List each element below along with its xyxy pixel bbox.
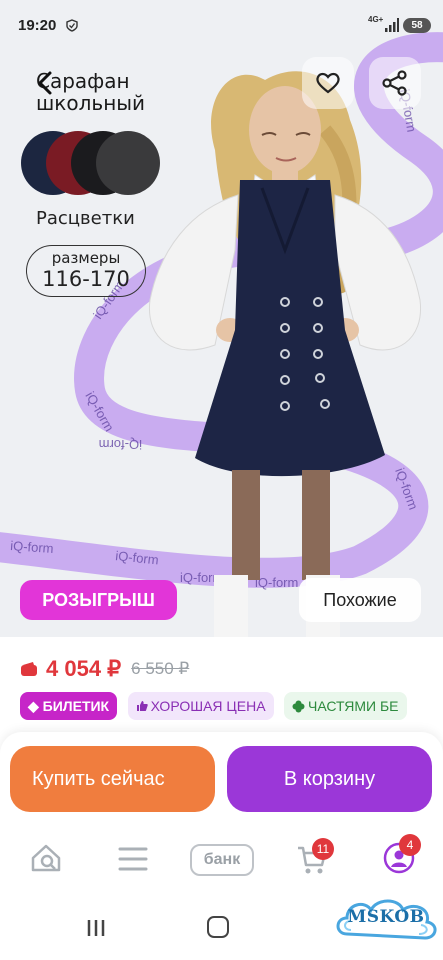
recents-icon[interactable]: [86, 918, 106, 938]
price-current: 4 054 ₽: [46, 656, 122, 681]
badge-good-price[interactable]: ХОРОШАЯ ЦЕНА: [127, 692, 274, 720]
sizes-pill: размеры 116-170: [26, 245, 146, 297]
similar-button[interactable]: Похожие: [299, 578, 421, 622]
profile-count-badge: 4: [399, 834, 421, 856]
sizes-label: размеры: [51, 249, 121, 267]
share-button[interactable]: [369, 57, 421, 109]
action-bar: Купить сейчас В корзину: [0, 732, 443, 828]
wallet-icon: [21, 662, 37, 676]
status-bar: 19:20 4G+ 58: [0, 0, 443, 52]
badges-row[interactable]: ◆ БИЛЕТИК ХОРОШАЯ ЦЕНА ЧАСТЯМИ БЕ: [20, 692, 443, 722]
thumbs-up-icon: [136, 701, 148, 711]
swatch-graphite: [96, 131, 160, 195]
badge-installments[interactable]: ЧАСТЯМИ БЕ: [284, 692, 407, 720]
arrow-left-icon: [37, 71, 52, 95]
badge-installments-label: ЧАСТЯМИ БЕ: [308, 698, 399, 714]
price-old: 6 550 ₽: [131, 659, 190, 678]
favorite-button[interactable]: [302, 57, 354, 109]
back-button[interactable]: [34, 68, 60, 98]
clover-icon: [292, 700, 305, 713]
nav-catalog[interactable]: [118, 846, 148, 877]
signal-icon: [385, 18, 399, 32]
svg-text:iQ-form: iQ-form: [10, 538, 54, 556]
buy-now-button[interactable]: Купить сейчас: [10, 746, 215, 812]
colors-label: Расцветки: [36, 208, 135, 229]
heart-icon: [316, 72, 340, 94]
add-to-cart-button[interactable]: В корзину: [227, 746, 432, 812]
price-row: 4 054 ₽ 6 550 ₽: [20, 654, 189, 684]
cart-count-badge: 11: [312, 838, 334, 860]
sizes-range: 116-170: [42, 267, 130, 291]
badge-ticket[interactable]: ◆ БИЛЕТИК: [20, 692, 118, 720]
giveaway-button[interactable]: РОЗЫГРЫШ: [20, 580, 177, 620]
share-icon: [382, 70, 407, 96]
home-search-icon: [31, 844, 61, 872]
battery-level: 58: [403, 18, 431, 33]
nav-bank[interactable]: банк: [190, 844, 254, 876]
badge-good-price-label: ХОРОШАЯ ЦЕНА: [150, 698, 266, 714]
svg-text:iQ-form: iQ-form: [99, 437, 142, 452]
shield-check-icon: [66, 19, 78, 32]
bottom-navigation: банк 11 4: [0, 828, 443, 892]
watermark-text: MSKOB: [347, 907, 425, 927]
home-button[interactable]: [207, 916, 229, 938]
network-type: 4G+: [368, 15, 384, 24]
menu-icon: [118, 847, 148, 871]
color-swatches: [21, 131, 161, 197]
status-time: 19:20: [18, 17, 57, 34]
watermark-logo: MSKOB: [333, 888, 439, 950]
svg-text:iQ-form: iQ-form: [255, 575, 298, 590]
nav-home[interactable]: [30, 842, 62, 879]
product-image-gallery[interactable]: iQ-form iQ-form iQ-form iQ-form iQ-form …: [0, 0, 443, 637]
